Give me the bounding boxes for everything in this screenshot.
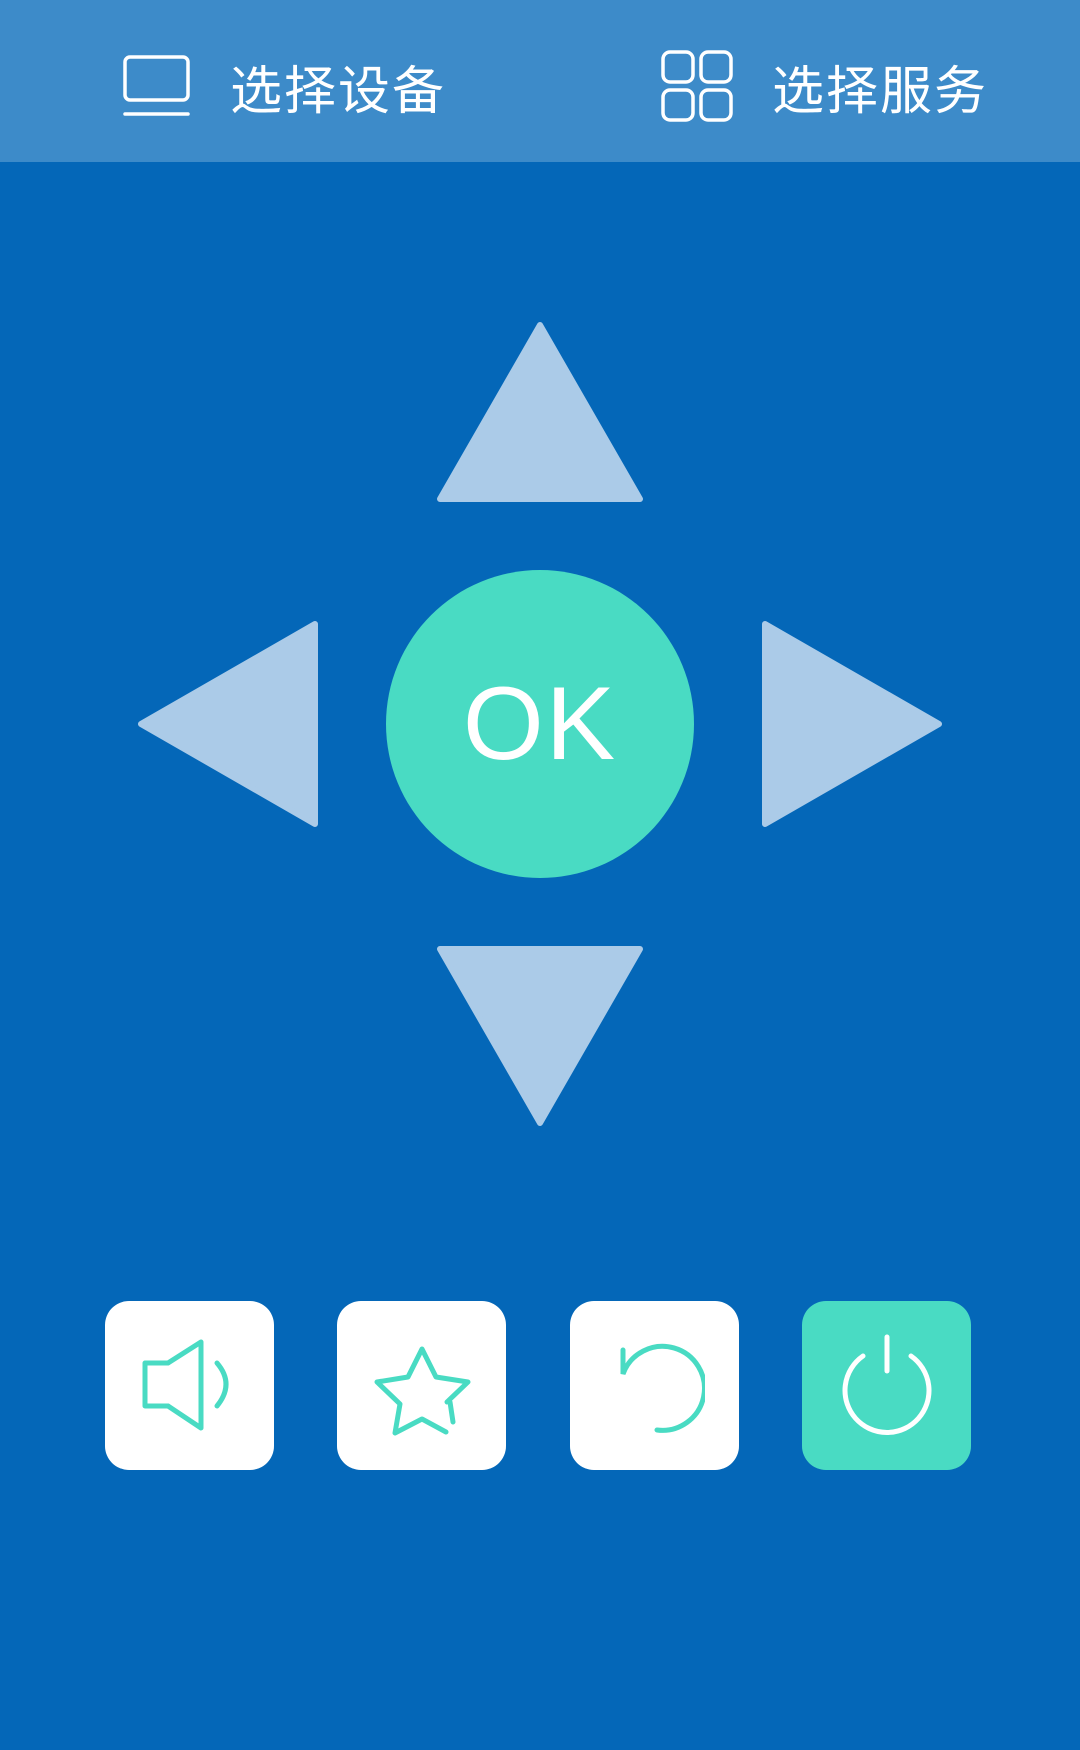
top-bar: 选择设备 选择服务 xyxy=(0,0,1080,162)
arrow-right-icon xyxy=(761,620,943,828)
select-service-button[interactable]: 选择服务 xyxy=(660,50,988,122)
ok-button[interactable]: OK xyxy=(386,570,694,878)
favorite-button[interactable] xyxy=(337,1301,506,1470)
arrow-left-button[interactable] xyxy=(137,620,319,828)
select-service-label: 选择服务 xyxy=(772,61,989,122)
arrow-up-icon xyxy=(436,321,644,503)
back-icon xyxy=(605,1336,705,1436)
back-button[interactable] xyxy=(570,1301,739,1470)
arrow-up-button[interactable] xyxy=(436,321,644,503)
volume-icon xyxy=(135,1336,245,1436)
grid-icon xyxy=(660,49,734,123)
monitor-icon xyxy=(122,54,192,118)
ok-label: OK xyxy=(462,665,618,782)
arrow-right-button[interactable] xyxy=(761,620,943,828)
arrow-left-icon xyxy=(137,620,319,828)
arrow-down-icon xyxy=(436,945,644,1127)
power-icon xyxy=(837,1331,937,1441)
volume-button[interactable] xyxy=(105,1301,274,1470)
select-device-button[interactable]: 选择设备 xyxy=(122,50,446,122)
select-device-label: 选择设备 xyxy=(230,61,447,122)
arrow-down-button[interactable] xyxy=(436,945,644,1127)
power-button[interactable] xyxy=(802,1301,971,1470)
star-icon xyxy=(365,1331,479,1441)
